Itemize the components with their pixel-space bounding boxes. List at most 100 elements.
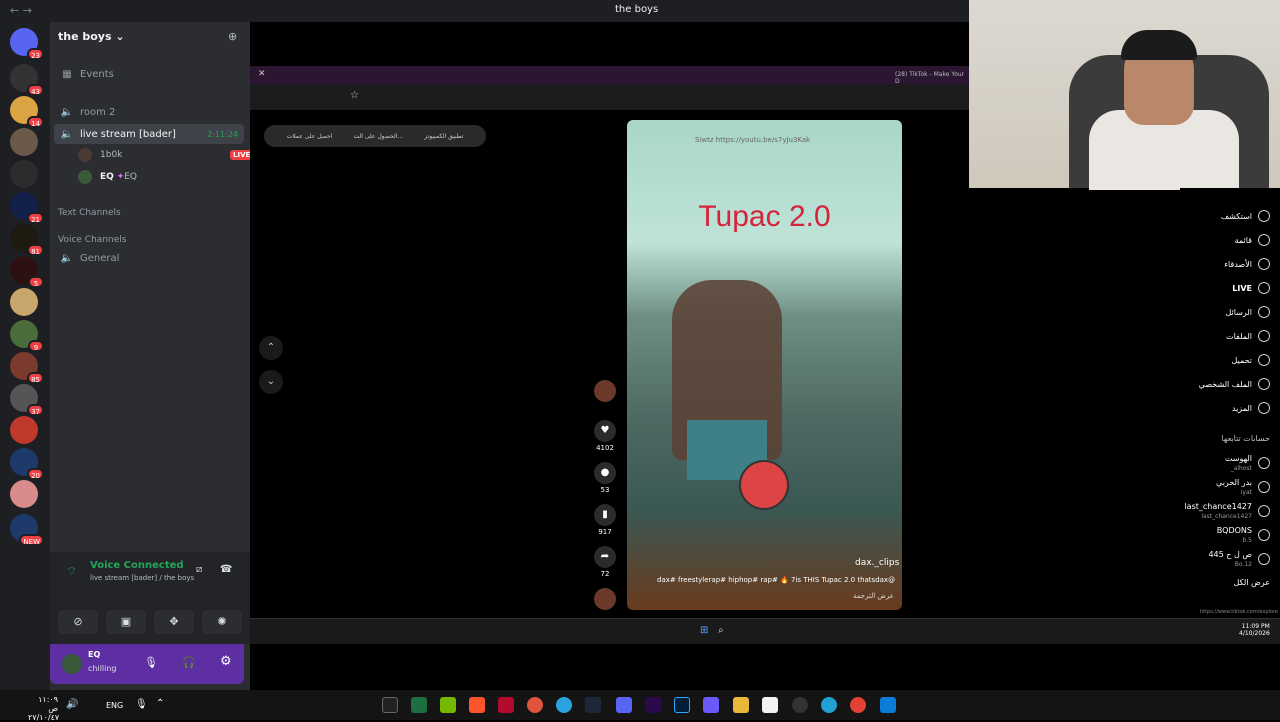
nav-live[interactable]: LIVE bbox=[1232, 282, 1270, 294]
nav-upload[interactable]: تحميل bbox=[1232, 354, 1270, 366]
signal-icon: ⌔ bbox=[66, 564, 78, 578]
creator-avatar[interactable] bbox=[594, 380, 616, 404]
app-icon-arrow[interactable] bbox=[703, 697, 719, 713]
file-explorer-icon[interactable] bbox=[733, 697, 749, 713]
discord-home-icon[interactable]: 23 bbox=[10, 28, 44, 60]
comment-button[interactable]: ● 53 bbox=[594, 462, 616, 494]
get-coins-link[interactable]: احصل على عملات bbox=[287, 133, 333, 140]
following-account[interactable]: last_chance1427 last_chance1427 bbox=[1184, 502, 1270, 520]
nav-inbox[interactable]: الملفات bbox=[1226, 330, 1270, 342]
tab-title[interactable]: (28) TikTok - Make Your D bbox=[895, 71, 969, 85]
chrome-icon[interactable] bbox=[850, 697, 866, 713]
server-icon[interactable] bbox=[10, 416, 38, 444]
music-disc[interactable] bbox=[594, 588, 616, 612]
save-button[interactable]: ▮ 917 bbox=[594, 504, 616, 536]
app-icon-epic[interactable] bbox=[382, 697, 398, 713]
taskbar-clock[interactable]: ١١:٠٩ ص ٢٧/١٠/٤٧ bbox=[28, 695, 59, 722]
following-account[interactable]: بدر الحربي iyat bbox=[1216, 478, 1270, 496]
store-icon[interactable] bbox=[762, 697, 778, 713]
app-icon-excel[interactable] bbox=[411, 697, 427, 713]
voice-channel-general[interactable]: 🔈 General bbox=[54, 248, 244, 268]
disconnect-icon[interactable]: ☎ bbox=[220, 564, 232, 575]
list-icon bbox=[1258, 234, 1270, 246]
app-icon-gear[interactable] bbox=[792, 697, 808, 713]
share-icon: ➦ bbox=[594, 546, 616, 568]
chevron-down-icon[interactable]: ⌄ bbox=[259, 370, 283, 394]
nav-profile[interactable]: الملف الشخصي bbox=[1199, 378, 1270, 390]
server-icon[interactable]: 20 bbox=[10, 448, 44, 480]
text-channels-category[interactable]: Text Channels bbox=[58, 208, 121, 218]
noise-suppression-icon[interactable]: ⧄ bbox=[196, 564, 202, 575]
voice-channel-live-stream[interactable]: 🔈 live stream [bader] 2:11:24 bbox=[54, 124, 244, 144]
star-icon[interactable]: ☆ bbox=[350, 90, 359, 101]
nav-list[interactable]: قائمة bbox=[1235, 234, 1270, 246]
volume-icon[interactable]: 🔊 bbox=[66, 699, 78, 710]
guild-header[interactable]: the boys ⌄ bbox=[58, 30, 125, 43]
following-account[interactable]: ص ل ح 445 Bo.12 bbox=[1208, 550, 1270, 568]
nav-more[interactable]: المزيد bbox=[1232, 402, 1270, 414]
voice-channels-category[interactable]: Voice Channels bbox=[58, 235, 126, 245]
get-app-link[interactable]: الحصول على الت... bbox=[354, 133, 404, 140]
voice-channel-room2[interactable]: 🔈 room 2 bbox=[54, 102, 244, 122]
server-icon[interactable] bbox=[10, 160, 38, 188]
search-icon[interactable]: ⌕ bbox=[718, 625, 724, 636]
like-button[interactable]: ♥ 4102 bbox=[594, 420, 616, 452]
app-icon-nvidia[interactable] bbox=[440, 697, 456, 713]
headphones-icon[interactable]: 🎧 bbox=[182, 656, 196, 669]
server-icon[interactable]: 37 bbox=[10, 384, 44, 416]
video-author[interactable]: dax._clips bbox=[855, 558, 899, 568]
see-all-link[interactable]: عرض الكل bbox=[1233, 578, 1270, 587]
soundboard-button[interactable]: ✺ bbox=[202, 610, 242, 634]
server-icon[interactable]: NEW bbox=[10, 514, 44, 546]
server-icon[interactable]: 43 bbox=[10, 64, 44, 96]
close-icon[interactable]: ✕ bbox=[258, 69, 266, 79]
tiktok-video[interactable]: Siwtz https://youtu.be/s7yJu3Kak Tupac 2… bbox=[627, 120, 902, 610]
brave-icon[interactable] bbox=[469, 697, 485, 713]
nav-arrows[interactable]: ← → bbox=[10, 4, 32, 17]
server-icon[interactable]: 81 bbox=[10, 224, 44, 256]
steam-icon[interactable] bbox=[585, 697, 601, 713]
nav-explore[interactable]: استكشف bbox=[1221, 210, 1270, 222]
photoshop-icon[interactable] bbox=[674, 697, 690, 713]
tray-chevron-icon[interactable]: ⌃ bbox=[156, 698, 164, 709]
events-item[interactable]: ▦ Events bbox=[54, 64, 244, 84]
screen-share-button[interactable]: ▣ bbox=[106, 610, 146, 634]
server-icon[interactable] bbox=[10, 128, 38, 156]
edge-icon[interactable] bbox=[821, 697, 837, 713]
camera-off-button[interactable]: ⊘ bbox=[58, 610, 98, 634]
windows-icon[interactable] bbox=[880, 697, 896, 713]
following-account[interactable]: الهوست _alhost bbox=[1225, 454, 1270, 472]
voice-location[interactable]: live stream [bader] / the boys bbox=[90, 574, 194, 582]
add-member-icon[interactable]: ⊕ bbox=[228, 30, 237, 43]
server-icon[interactable] bbox=[10, 288, 38, 316]
microphone-icon[interactable]: 🎙 bbox=[135, 699, 148, 710]
server-icon[interactable] bbox=[10, 480, 38, 508]
server-icon[interactable]: 9 bbox=[10, 320, 44, 352]
server-icon[interactable]: 85 bbox=[10, 352, 44, 384]
telegram-icon[interactable] bbox=[556, 697, 572, 713]
avatar[interactable] bbox=[62, 654, 82, 674]
server-icon[interactable]: 14 bbox=[10, 96, 44, 128]
app-icon-r[interactable] bbox=[527, 697, 543, 713]
voice-member-eq[interactable]: EQ ✦ EQ bbox=[78, 170, 248, 184]
activities-button[interactable]: ✥ bbox=[154, 610, 194, 634]
chevron-up-icon[interactable]: ⌃ bbox=[259, 336, 283, 360]
server-icon[interactable]: 5 bbox=[10, 256, 44, 288]
nav-messages[interactable]: الرسائل bbox=[1226, 306, 1270, 318]
app-icon-a[interactable] bbox=[498, 697, 514, 713]
following-account[interactable]: BQDONS b.5 bbox=[1217, 526, 1270, 544]
windows-icon[interactable]: ⊞ bbox=[700, 625, 708, 636]
gear-icon[interactable]: ⚙ bbox=[220, 654, 232, 669]
desktop-app-link[interactable]: تطبيق الكمبيوتر bbox=[424, 133, 463, 140]
discord-icon[interactable] bbox=[616, 697, 632, 713]
voice-member-1b0k[interactable]: 1b0k LIVE bbox=[78, 148, 254, 162]
avatar bbox=[1258, 378, 1270, 390]
microphone-icon[interactable]: 🎙 bbox=[144, 656, 158, 669]
premiere-icon[interactable] bbox=[645, 697, 661, 713]
server-icon[interactable]: 21 bbox=[10, 192, 44, 224]
share-button[interactable]: ➦ 72 bbox=[594, 546, 616, 578]
comment-icon: ● bbox=[594, 462, 616, 484]
language-indicator[interactable]: ENG bbox=[106, 701, 123, 710]
nav-friends[interactable]: الأصدقاء bbox=[1224, 258, 1270, 270]
see-translation-link[interactable]: عرض الترجمة bbox=[853, 592, 894, 600]
